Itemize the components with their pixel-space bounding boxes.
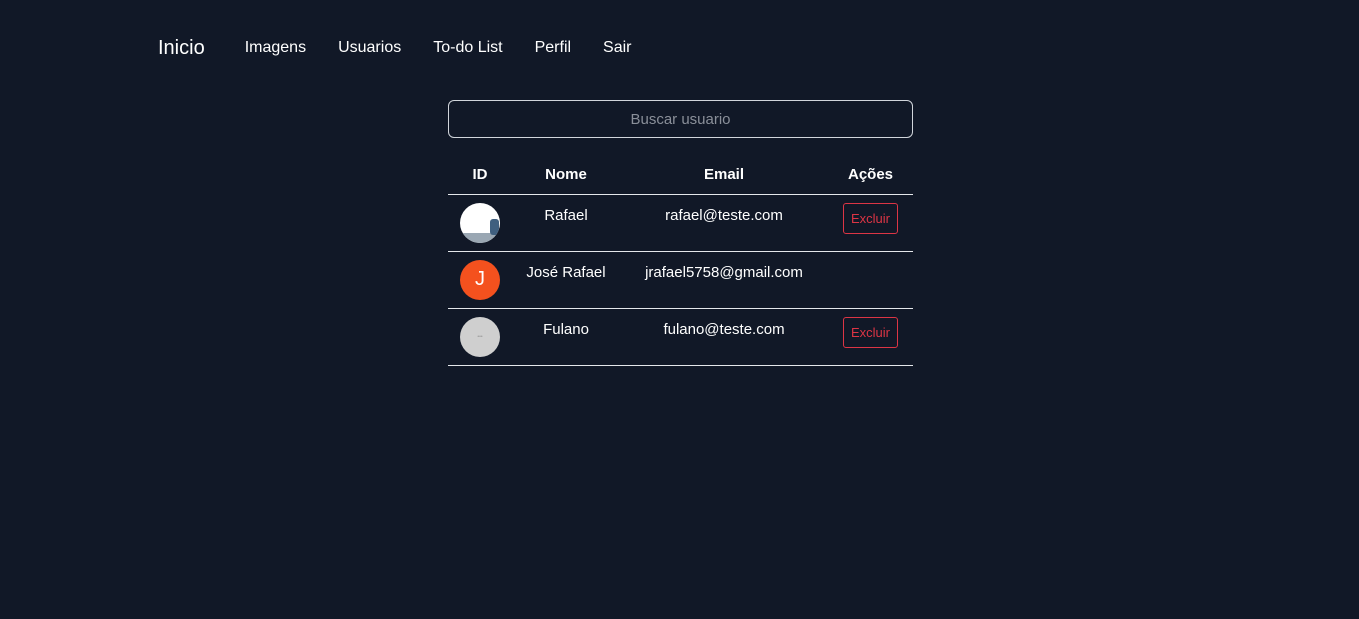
avatar-photo-figure bbox=[490, 218, 499, 235]
top-navbar: Inicio Imagens Usuarios To-do List Perfi… bbox=[158, 36, 664, 60]
user-name: José Rafael bbox=[512, 251, 620, 309]
nav-link-sair[interactable]: Sair bbox=[603, 36, 631, 60]
table-row: J José Rafael jrafael5758@gmail.com bbox=[448, 251, 913, 309]
action-cell: Excluir bbox=[828, 194, 913, 252]
nav-brand-inicio[interactable]: Inicio bbox=[158, 37, 205, 60]
table-row: ••• Fulano fulano@teste.com Excluir bbox=[448, 308, 913, 366]
delete-user-button[interactable]: Excluir bbox=[842, 202, 898, 234]
avatar: J bbox=[460, 259, 500, 300]
action-cell bbox=[828, 251, 913, 309]
users-table: ID Nome Email Ações Rafael rafael@teste.… bbox=[448, 155, 913, 366]
table-row: Rafael rafael@teste.com Excluir bbox=[448, 194, 913, 252]
column-header-id: ID bbox=[448, 155, 512, 195]
avatar-cell bbox=[448, 194, 512, 252]
user-email: fulano@teste.com bbox=[620, 308, 828, 366]
avatar: ••• bbox=[460, 316, 500, 357]
nav-link-usuarios[interactable]: Usuarios bbox=[338, 36, 401, 60]
avatar bbox=[460, 202, 500, 243]
column-header-nome: Nome bbox=[512, 155, 620, 195]
user-email: jrafael5758@gmail.com bbox=[620, 251, 828, 309]
column-header-email: Email bbox=[620, 155, 828, 195]
column-header-acoes: Ações bbox=[828, 155, 913, 195]
user-name: Fulano bbox=[512, 308, 620, 366]
user-name: Rafael bbox=[512, 194, 620, 252]
delete-user-button[interactable]: Excluir bbox=[842, 316, 898, 348]
avatar-cell: J bbox=[448, 251, 512, 309]
search-user-input[interactable] bbox=[448, 100, 913, 138]
nav-link-imagens[interactable]: Imagens bbox=[245, 36, 306, 60]
nav-link-perfil[interactable]: Perfil bbox=[535, 36, 571, 60]
table-header-row: ID Nome Email Ações bbox=[448, 155, 913, 195]
avatar-cell: ••• bbox=[448, 308, 512, 366]
action-cell: Excluir bbox=[828, 308, 913, 366]
nav-link-todo-list[interactable]: To-do List bbox=[433, 36, 502, 60]
user-email: rafael@teste.com bbox=[620, 194, 828, 252]
avatar-placeholder-icon: ••• bbox=[477, 333, 483, 340]
